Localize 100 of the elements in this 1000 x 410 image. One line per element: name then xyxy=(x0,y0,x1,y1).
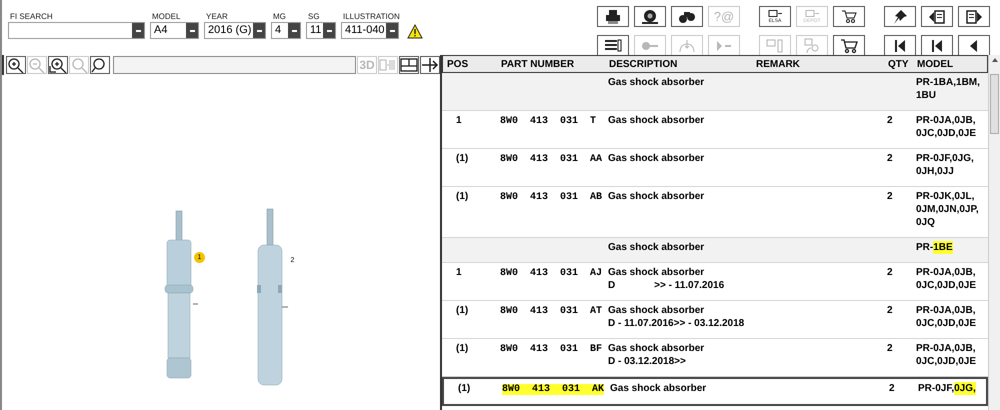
model-code: 1BU xyxy=(916,89,936,102)
model-code: PR-0JA,0JB, xyxy=(916,342,976,355)
toolbar-button[interactable] xyxy=(833,35,865,56)
cart-list-icon xyxy=(840,8,858,24)
toolbar-button[interactable] xyxy=(634,6,666,27)
table-cell: (1) xyxy=(456,191,468,202)
table-cell: Gas shock absorber xyxy=(608,342,704,355)
toolbar-button[interactable] xyxy=(833,6,865,27)
model-code: PR-1BA,1BM, xyxy=(916,76,980,89)
table-cell: D >> - 11.07.2016 xyxy=(608,279,724,292)
scroll-up-icon xyxy=(992,58,998,62)
model-code: 0JM,0JN,0JP, xyxy=(916,203,979,216)
column-header: QTY xyxy=(888,58,910,72)
model-code: 0JC,0JD,0JE xyxy=(916,317,976,330)
column-header: POS xyxy=(446,58,470,72)
column-header: PART NUMBER xyxy=(501,58,576,72)
toolbar-button[interactable] xyxy=(671,6,703,27)
filter-label: MG xyxy=(272,12,287,22)
table-cell: D - 03.12.2018>> xyxy=(608,355,686,368)
toolbar-button[interactable] xyxy=(884,35,916,56)
model-code: PR-0JK,0JL, xyxy=(916,190,974,203)
toolbar-button[interactable] xyxy=(921,6,953,27)
dropdown-caret-icon xyxy=(323,23,335,38)
model-code: PR-0JA,0JB, xyxy=(916,114,976,127)
dropdown[interactable]: 411-040 xyxy=(341,22,399,39)
table-cell: (1) xyxy=(458,383,470,394)
monitor-icon xyxy=(766,38,784,54)
dropdown-caret-icon xyxy=(186,23,198,38)
filter-label: YEAR xyxy=(205,12,229,22)
table-cell: 1 xyxy=(456,115,462,126)
warning-icon xyxy=(406,24,423,39)
part-number: 8W0 413 031 AK xyxy=(502,384,604,395)
table-cell: Gas shock absorber xyxy=(608,152,704,165)
table-cell: 2 xyxy=(887,115,893,126)
zoom-percent-icon xyxy=(70,57,88,73)
toolbar-button[interactable] xyxy=(921,35,953,56)
filter-label: FI SEARCH xyxy=(9,12,54,22)
zoom-in-icon xyxy=(7,57,25,73)
toolbar-button[interactable] xyxy=(884,6,916,27)
monitor-icon xyxy=(768,10,782,18)
dropdown[interactable]: 4 xyxy=(271,22,301,39)
table-row[interactable]: (1) 8W0 413 031 AK Gas shock absorber 2 PR-0JF,0JG, xyxy=(442,377,988,406)
scrollbar[interactable] xyxy=(988,55,1000,410)
model-code: 1BE xyxy=(933,241,953,254)
zoom-out-icon xyxy=(28,57,46,73)
dropdown[interactable]: 11 xyxy=(306,22,336,39)
dropdown[interactable]: 2016 (G) xyxy=(204,22,266,39)
printer-icon xyxy=(604,8,622,24)
toolbar-button[interactable] xyxy=(958,35,990,56)
toolbar-button[interactable] xyxy=(399,56,419,74)
page-back-icon xyxy=(928,8,946,24)
table-cell: (1) xyxy=(456,343,468,354)
dropdown-caret-icon xyxy=(253,23,265,38)
toolbar-button[interactable] xyxy=(420,56,440,74)
dropdown[interactable]: A4 xyxy=(150,22,199,39)
table-row[interactable]: Gas shock absorber PR-1BE xyxy=(442,238,988,263)
model-code: 0JG, xyxy=(954,382,976,395)
list-icon xyxy=(604,38,622,54)
table-cell: (1) xyxy=(456,153,468,164)
filter-label: SG xyxy=(307,12,321,22)
page-forward-icon xyxy=(965,8,983,24)
help-email-label: ?@ xyxy=(714,10,734,23)
model-code: PR- xyxy=(916,241,934,254)
model-code: PR-0JF,0JG, xyxy=(916,152,974,165)
model-code: PR-0JA,0JB, xyxy=(916,304,976,317)
monitor-icon xyxy=(804,10,819,18)
table-cell: Gas shock absorber xyxy=(608,241,704,254)
dropdown-caret-icon xyxy=(132,23,144,38)
table-cell: Gas shock absorber xyxy=(610,382,706,395)
toolbar-button[interactable] xyxy=(48,56,68,74)
view-path-field[interactable] xyxy=(113,56,356,74)
table-cell: Gas shock absorber xyxy=(608,190,704,203)
model-code: 0JH,0JJ xyxy=(916,165,954,178)
table-cell: Gas shock absorber xyxy=(608,266,704,279)
arrow-right-icon xyxy=(421,57,439,73)
scrollbar-thumb[interactable] xyxy=(990,74,999,134)
table-cell: 2 xyxy=(887,267,893,278)
table-cell: 2 xyxy=(887,305,893,316)
table-cell: 1 xyxy=(456,267,462,278)
filter-label: MODEL xyxy=(151,12,182,22)
tire-icon xyxy=(641,8,659,24)
model-code: 0JQ xyxy=(916,216,935,229)
shopping-cart-icon xyxy=(840,38,858,54)
toolbar-button[interactable] xyxy=(90,56,110,74)
table-cell: D - 11.07.2016>> - 03.12.2018 xyxy=(608,317,744,330)
toolbar-button[interactable] xyxy=(6,56,26,74)
column-header: DESCRIPTION xyxy=(609,58,678,72)
model-code: 0JC,0JD,0JE xyxy=(916,279,976,292)
toolbar-button[interactable] xyxy=(597,35,629,56)
table-cell: 2 xyxy=(887,191,893,202)
toolbar-button[interactable] xyxy=(958,6,990,27)
table-cell: Gas shock absorber xyxy=(608,76,704,89)
dropdown-caret-icon xyxy=(386,23,398,38)
table-row[interactable]: Gas shock absorber PR-1BA,1BM, 1BU xyxy=(442,73,988,111)
filter-label: ILLUSTRATION xyxy=(342,12,401,22)
toolbar-button[interactable] xyxy=(597,6,629,27)
dropdown[interactable] xyxy=(8,22,145,39)
dropdown-caret-icon xyxy=(288,23,300,38)
column-header: REMARK xyxy=(756,58,801,72)
table-cell: 2 xyxy=(889,383,895,394)
